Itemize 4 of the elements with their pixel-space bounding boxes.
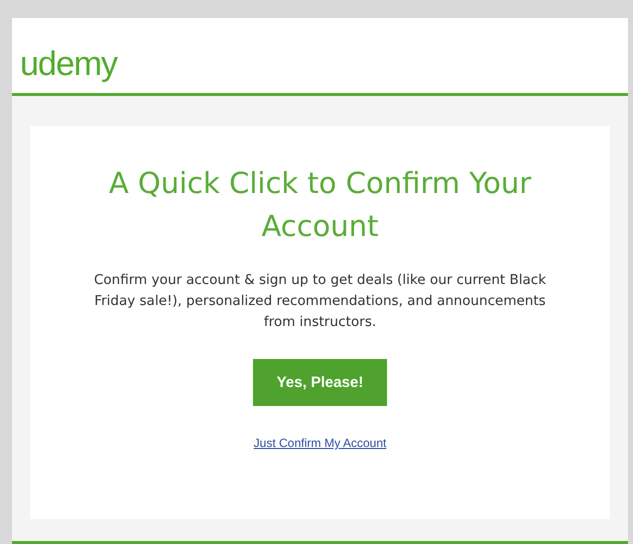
confirm-link[interactable]: Just Confirm My Account <box>254 436 386 450</box>
logo: udemy <box>20 47 118 81</box>
message-text: Confirm your account & sign up to get deals (like our current Black Friday sale!), personalized recommendations, and announcements from instructors. <box>92 271 548 332</box>
headline: A Quick Click to Confirm Your Account <box>108 165 532 245</box>
